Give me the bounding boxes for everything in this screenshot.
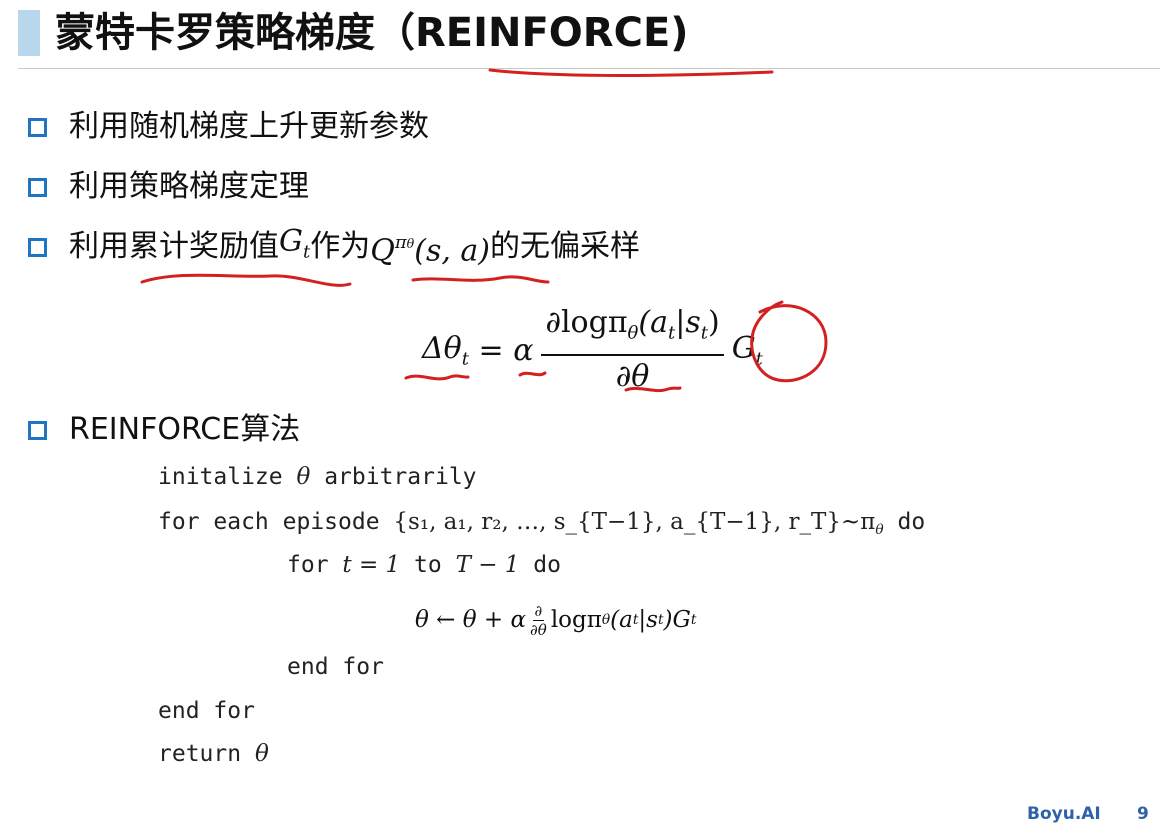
algorithm-line-5: end for [287, 654, 384, 680]
square-bullet-icon [28, 420, 47, 440]
bullet-text-after: 的无偏采样 [490, 229, 641, 264]
policy-gradient-formula: Δθt = α ∂logπθ(at|st) ∂θ Gt [422, 300, 763, 400]
title-accent-bar [18, 10, 40, 56]
bullet-text: 利用策略梯度定理 [69, 169, 309, 204]
bullet-item: REINFORCE算法 [28, 410, 300, 450]
update-fraction: ∂ ∂θ [530, 601, 547, 639]
algorithm-line-7: return θ [158, 741, 269, 767]
square-bullet-icon [28, 117, 47, 137]
algorithm-heading: REINFORCE算法 [69, 412, 301, 447]
bullet-text: 利用随机梯度上升更新参数 [69, 109, 429, 144]
g-symbol: Gt [279, 223, 311, 263]
formula-fraction: ∂logπθ(at|st) ∂θ [541, 302, 724, 398]
q-symbol: Qπθ(s, a) [370, 231, 491, 269]
algorithm-line-3: for t = 1 to T − 1 do [287, 552, 561, 578]
formula-alpha: α [513, 332, 534, 368]
formula-numerator: ∂logπθ(at|st) [541, 302, 724, 357]
bullet-item: 利用策略梯度定理 [28, 167, 309, 207]
formula-g: Gt [731, 330, 763, 370]
algorithm-line-1: initalize θ arbitrarily [158, 464, 477, 490]
slide-title: 蒙特卡罗策略梯度（REINFORCE) [55, 10, 689, 56]
formula-lhs: Δθt [422, 330, 469, 370]
algorithm-line-2: for each episode {s₁, a₁, r₂, …, s_{T−1}… [158, 509, 926, 538]
footer-brand: Boyu.AI [1027, 804, 1101, 824]
slide: 蒙特卡罗策略梯度（REINFORCE) 利用随机梯度上升更新参数 利用策略梯度定… [0, 0, 1173, 837]
bullet-text-before: 利用累计奖励值 [69, 229, 279, 264]
title-divider [18, 68, 1160, 69]
q-underline-ink [411, 275, 550, 284]
formula-equals: = [468, 332, 514, 368]
formula-denominator: ∂θ [615, 359, 650, 395]
square-bullet-icon [28, 177, 47, 197]
page-number: 9 [1137, 804, 1149, 824]
bullet-item: 利用累计奖励值 Gt 作为 Qπθ(s, a) 的无偏采样 [28, 224, 641, 268]
bullet-text-middle: 作为 [310, 229, 371, 264]
algorithm-update-rule: θ ← θ + α ∂ ∂θ logπ θ (a t |s t)G t [415, 601, 697, 639]
reward-underline-ink [140, 273, 352, 287]
bullet-item: 利用随机梯度上升更新参数 [28, 107, 429, 147]
algorithm-line-6: end for [158, 698, 255, 724]
square-bullet-icon [28, 237, 47, 257]
title-underline-ink [488, 68, 774, 77]
